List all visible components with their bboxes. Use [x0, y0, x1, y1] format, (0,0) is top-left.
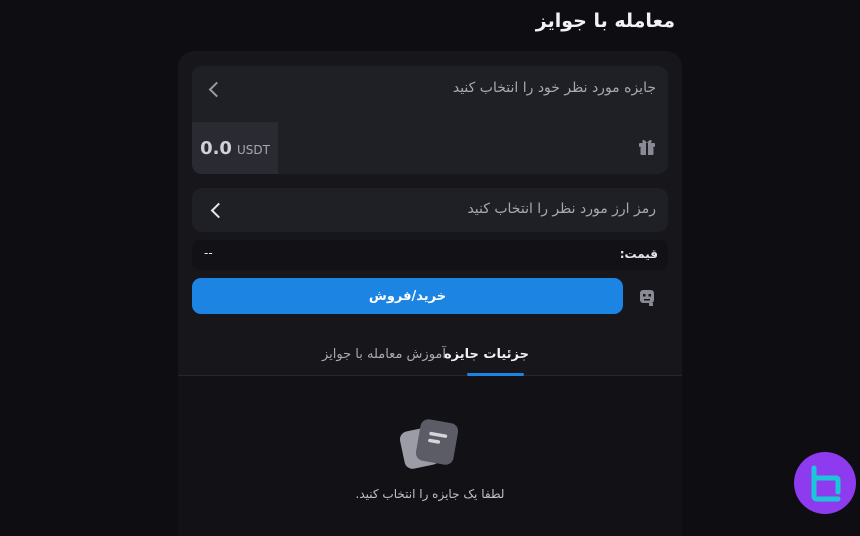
buy-sell-button[interactable]: خرید/فروش [192, 278, 623, 314]
chevron-left-icon [210, 202, 227, 219]
prize-amount-box: 0.0 USDT [192, 122, 278, 174]
brand-logo [794, 452, 856, 514]
empty-documents-icon [400, 419, 458, 469]
tab-prize-trading-tutorial[interactable]: آموزش معامله با جوایز [322, 347, 446, 362]
prize-details-content: لطفا یک جایزه را انتخاب کنید. [178, 376, 682, 536]
prize-trade-panel: جایزه مورد نظر خود را انتخاب کنید 0.0 US… [178, 51, 682, 536]
chevron-left-icon [208, 81, 225, 98]
prize-amount-value: 0.0 [200, 137, 232, 159]
tab-bar: جزئیات جایزه آموزش معامله با جوایز [178, 341, 682, 376]
brand-logo-icon [811, 465, 841, 502]
tab-prize-details[interactable]: جزئیات جایزه [444, 347, 529, 362]
price-label: قیمت: [619, 247, 658, 261]
price-value: -- [204, 246, 213, 260]
prize-selector-prompt: جایزه مورد نظر خود را انتخاب کنید [452, 80, 656, 96]
robot-icon[interactable] [637, 287, 657, 307]
prize-amount-unit: USDT [236, 142, 270, 157]
gift-icon [639, 139, 655, 155]
price-row: قیمت: -- [192, 240, 668, 270]
prize-selector[interactable]: جایزه مورد نظر خود را انتخاب کنید 0.0 US… [192, 66, 668, 174]
coin-selector[interactable]: رمز ارز مورد نظر را انتخاب کنید [192, 188, 668, 232]
coin-selector-prompt: رمز ارز مورد نظر را انتخاب کنید [467, 201, 656, 217]
empty-state-message: لطفا یک جایزه را انتخاب کنید. [355, 487, 505, 501]
page-title: معامله با جوایز [535, 10, 675, 32]
